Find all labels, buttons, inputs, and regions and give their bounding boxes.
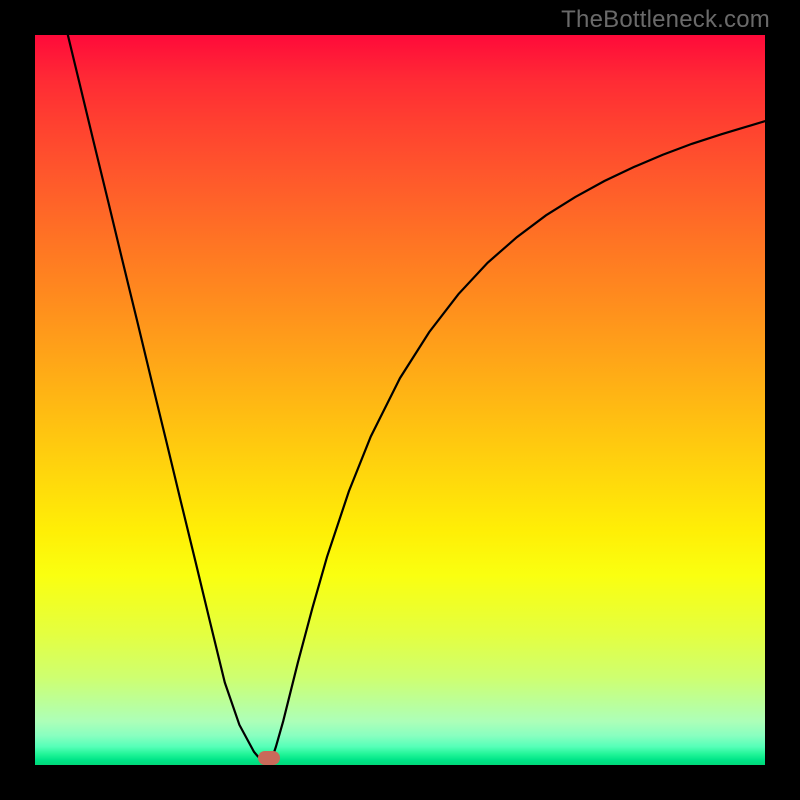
attribution-text: TheBottleneck.com bbox=[561, 6, 770, 34]
optimal-point-marker bbox=[258, 751, 280, 765]
bottleneck-curve bbox=[68, 35, 765, 763]
curve-layer bbox=[35, 35, 765, 765]
chart-frame: TheBottleneck.com bbox=[0, 0, 800, 800]
plot-area bbox=[35, 35, 765, 765]
